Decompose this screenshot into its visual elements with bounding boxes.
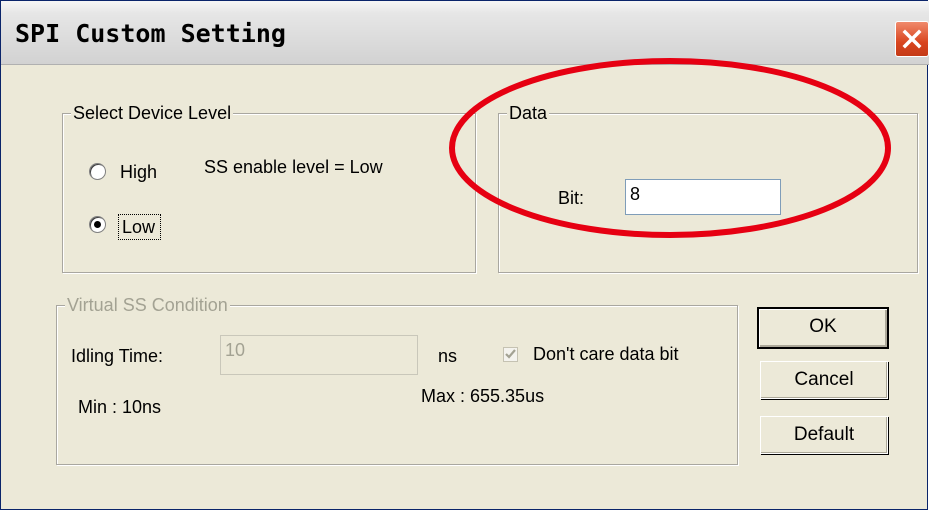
virtual-ss-condition-legend: Virtual SS Condition xyxy=(65,294,230,316)
idling-time-input[interactable]: 10 xyxy=(220,335,418,375)
radio-selected-dot xyxy=(94,221,101,228)
min-text: Min : 10ns xyxy=(78,397,162,417)
focus-indicator xyxy=(118,214,161,240)
window-title: SPI Custom Setting xyxy=(15,19,286,48)
radio-high-label[interactable]: High xyxy=(120,161,157,183)
dont-care-checkbox[interactable] xyxy=(503,347,518,362)
radio-high[interactable] xyxy=(89,163,106,180)
select-device-level-legend: Select Device Level xyxy=(71,102,234,124)
idling-time-label: Idling Time: xyxy=(71,346,164,366)
max-text: Max : 655.35us xyxy=(421,386,545,406)
checkmark-icon xyxy=(505,349,516,359)
close-button[interactable] xyxy=(895,21,929,57)
highlight-ellipse-annotation xyxy=(449,58,891,238)
cancel-button[interactable]: Cancel xyxy=(760,361,888,399)
dont-care-label[interactable]: Don't care data bit xyxy=(533,343,679,365)
ok-button[interactable]: OK xyxy=(757,307,889,349)
spi-custom-setting-dialog: SPI Custom Setting Select Device Level H… xyxy=(0,0,929,510)
default-button[interactable]: Default xyxy=(760,416,888,454)
virtual-ss-condition-group: Virtual SS Condition xyxy=(56,294,738,465)
idling-time-unit: ns xyxy=(438,346,458,366)
radio-low[interactable] xyxy=(89,216,106,233)
ss-enable-level-text: SS enable level = Low xyxy=(204,157,383,177)
close-icon xyxy=(902,29,922,49)
select-device-level-group: Select Device Level xyxy=(62,102,476,273)
